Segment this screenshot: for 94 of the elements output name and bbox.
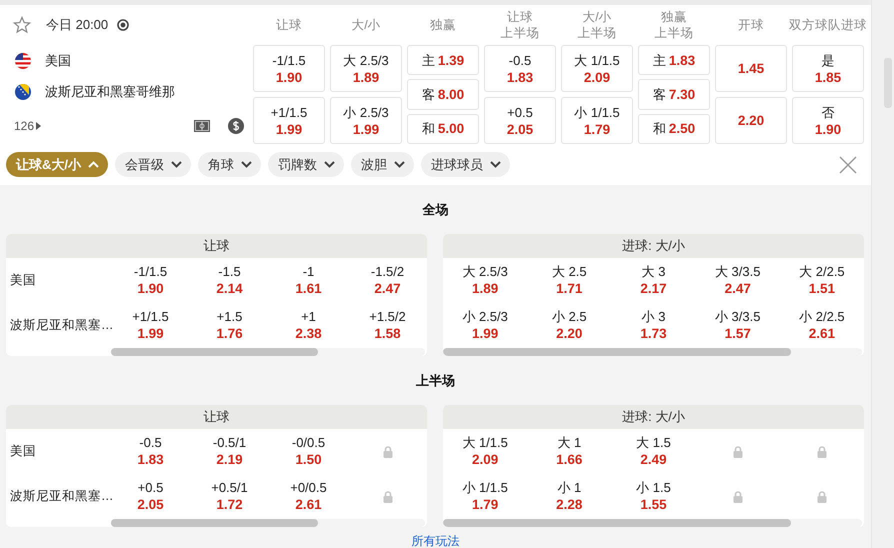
flag-icon <box>15 84 31 100</box>
match-time: 今日 20:00 <box>46 16 108 34</box>
team-name: 波斯尼亚和黑塞… <box>9 488 111 505</box>
filter-chip[interactable]: 进球球员 <box>421 152 510 177</box>
market-header: 开球 <box>738 17 764 33</box>
odds-button[interactable]: 小 3 1.73 <box>640 309 667 342</box>
odds-button[interactable]: 主 1.39 <box>407 45 479 76</box>
filter-chip[interactable]: 波胆 <box>351 152 414 177</box>
odds-button[interactable]: -0.5/1 2.19 <box>212 435 246 468</box>
odds-button[interactable]: +0.5 2.05 <box>137 480 164 513</box>
odds-button[interactable]: 大 2.5 1.71 <box>552 264 587 297</box>
panel-title: 让球 <box>204 237 230 255</box>
team-name: 美国 <box>45 52 71 70</box>
horizontal-scrollbar[interactable] <box>443 519 862 527</box>
odds-button[interactable]: 大 2/2.5 1.51 <box>799 264 845 297</box>
market-header: 让球 上半场 <box>500 9 540 41</box>
odds-button[interactable]: 小 1 2.28 <box>556 480 582 513</box>
close-icon[interactable] <box>839 156 858 174</box>
chevron-down-icon <box>171 161 182 168</box>
more-markets-link[interactable]: 126 <box>14 118 42 132</box>
odds-button[interactable]: -1 1.61 <box>295 264 322 297</box>
odds-button[interactable]: 小 3/3.5 1.57 <box>714 309 760 342</box>
odds-button[interactable]: 大 2.5/3 1.89 <box>330 45 402 92</box>
odds-button[interactable]: 小 1.5 1.55 <box>636 480 671 513</box>
chevron-down-icon <box>490 161 501 168</box>
team-name: 波斯尼亚和黑塞哥维那 <box>45 82 175 100</box>
odds-button[interactable]: 主 1.83 <box>638 45 710 76</box>
odds-button[interactable]: 和 2.50 <box>638 114 710 144</box>
market-header: 独赢 <box>430 17 456 33</box>
filter-chip[interactable]: 罚牌数 <box>268 152 344 177</box>
odds-button[interactable]: 小 2.5/3 1.99 <box>462 309 508 342</box>
odds-button[interactable]: +0.5 2.05 <box>484 97 556 144</box>
odds-button[interactable]: 大 3/3.5 2.47 <box>714 264 760 297</box>
section-title: 上半场 <box>416 372 456 390</box>
odds-button[interactable]: +1 2.38 <box>295 309 322 342</box>
odds-button[interactable]: +1/1.5 1.99 <box>132 309 169 342</box>
odds-button[interactable]: +1.5/2 1.58 <box>369 309 406 342</box>
chevron-down-icon <box>324 161 335 168</box>
odds-button[interactable]: +1.5 1.76 <box>216 309 243 342</box>
dollar-coin-icon[interactable] <box>228 118 244 134</box>
odds-button[interactable]: 大 2.5/3 1.89 <box>462 264 508 297</box>
odds-button[interactable]: 客 8.00 <box>407 79 479 110</box>
odds-button[interactable]: 大 1.5 2.49 <box>636 435 671 468</box>
chevron-down-icon <box>394 161 405 168</box>
odds-button[interactable]: 客 7.30 <box>638 79 710 110</box>
odds-button[interactable]: -0/0.5 1.50 <box>292 435 326 468</box>
horizontal-scrollbar[interactable] <box>111 519 425 527</box>
horizontal-scrollbar[interactable] <box>111 348 425 356</box>
market-header: 让球 <box>276 17 302 33</box>
odds-button[interactable]: 和 5.00 <box>407 114 479 144</box>
caret-icon <box>36 122 42 130</box>
odds-button[interactable]: 小 2.5 2.20 <box>552 309 587 342</box>
market-header: 大/小 上半场 <box>578 9 616 41</box>
chevron-up-icon <box>88 161 99 168</box>
odds-button[interactable]: +0/0.5 2.61 <box>290 480 327 513</box>
odds-button[interactable]: 小 1/1.5 1.79 <box>462 480 508 513</box>
star-icon[interactable] <box>13 16 31 34</box>
flag-icon <box>15 52 31 68</box>
odds-button[interactable]: +1/1.5 1.99 <box>253 97 325 144</box>
filter-chip[interactable]: 角球 <box>198 152 261 177</box>
team-name: 美国 <box>9 443 37 460</box>
market-header: 独赢 上半场 <box>654 9 694 41</box>
odds-button[interactable]: 大 1 1.66 <box>556 435 582 468</box>
odds-button[interactable]: 2.20 <box>715 97 787 144</box>
market-header: 双方球队进球 <box>789 17 867 33</box>
market-header: 大/小 <box>351 17 381 33</box>
section-title: 全场 <box>422 200 449 218</box>
filter-chip[interactable]: 会晋级 <box>115 152 191 177</box>
odds-button[interactable]: 1.45 <box>715 45 787 92</box>
odds-button[interactable]: 大 1/1.5 2.09 <box>561 45 633 92</box>
panel-title: 让球 <box>204 408 230 426</box>
pitch-icon[interactable] <box>194 120 210 132</box>
odds-button[interactable]: -1.5/2 2.47 <box>370 264 404 297</box>
odds-button[interactable]: +0.5/1 1.72 <box>211 480 248 513</box>
team-name: 美国 <box>9 272 37 289</box>
odds-button[interactable]: -0.5 1.83 <box>137 435 164 468</box>
all-markets-link[interactable]: 所有玩法 <box>412 533 460 548</box>
horizontal-scrollbar[interactable] <box>443 348 862 356</box>
chevron-down-icon <box>241 161 252 168</box>
odds-button[interactable]: 小 2/2.5 2.61 <box>799 309 845 342</box>
panel-title: 进球: 大/小 <box>622 237 685 255</box>
odds-button[interactable]: -1/1.5 1.90 <box>253 45 325 92</box>
odds-button[interactable]: 小 2.5/3 1.99 <box>330 97 402 144</box>
odds-button[interactable]: 是 1.85 <box>792 45 864 92</box>
team-name: 波斯尼亚和黑塞… <box>9 317 111 334</box>
odds-button[interactable]: 大 3 2.17 <box>640 264 667 297</box>
odds-button[interactable]: -1.5 2.14 <box>216 264 243 297</box>
panel-title: 进球: 大/小 <box>622 408 685 426</box>
odds-button[interactable]: 小 1/1.5 1.79 <box>561 97 633 144</box>
odds-button[interactable]: 大 1/1.5 2.09 <box>462 435 508 468</box>
odds-button[interactable]: -1/1.5 1.90 <box>134 264 168 297</box>
odds-button[interactable]: 否 1.90 <box>792 97 864 144</box>
clock-icon <box>117 19 130 31</box>
odds-button[interactable]: -0.5 1.83 <box>484 45 556 92</box>
